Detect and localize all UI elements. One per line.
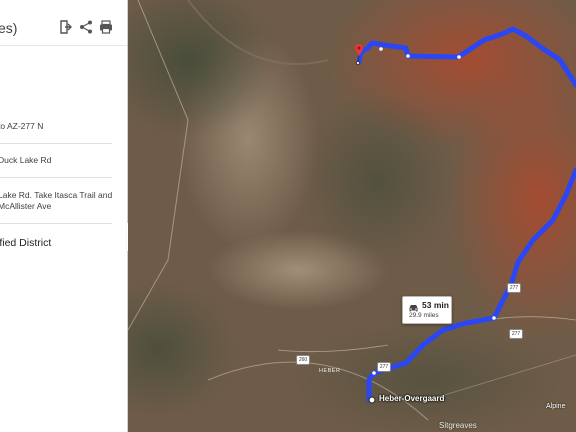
route-duration: 53 min <box>422 300 449 310</box>
satellite-terrain <box>128 0 576 432</box>
route-title: es) <box>0 20 18 36</box>
place-label-heber-overgaard[interactable]: Heber-Overgaard <box>379 394 444 403</box>
route-shield-260: 260 <box>296 355 310 365</box>
route-shield-277: 277 <box>507 283 521 293</box>
route-shield-277: 277 <box>509 329 523 339</box>
step-text: Lake Rd. Take Itasca Trail and <box>0 190 113 200</box>
origin-marker <box>368 396 376 404</box>
map-canvas[interactable]: 260 277 277 277 <box>128 0 576 432</box>
step-text: McAllister Ave <box>0 201 52 211</box>
directions-icon[interactable] <box>58 20 74 36</box>
directions-panel: es) to AZ-277 N Duck Lake Rd Lake Rd. Ta… <box>0 0 128 432</box>
share-icon[interactable] <box>79 20 95 36</box>
place-label-heber: HEBER <box>319 368 341 374</box>
print-icon[interactable] <box>99 20 115 36</box>
route-shield-277: 277 <box>377 362 391 372</box>
route-distance: 29.9 miles <box>409 312 439 319</box>
step-text: to AZ-277 N <box>0 121 44 131</box>
direction-step[interactable]: Lake Rd. Take Itasca Trail and McAlliste… <box>0 177 112 224</box>
direction-step[interactable]: to AZ-277 N <box>0 105 112 144</box>
route-info-card[interactable]: 53 min 29.9 miles <box>402 296 452 324</box>
district-heading: ified District <box>0 237 52 249</box>
place-label-sitgreaves: Sitgreaves <box>439 421 477 430</box>
direction-step[interactable]: Duck Lake Rd <box>0 143 112 178</box>
place-label-alpine: Alpine <box>546 403 566 410</box>
step-text: Duck Lake Rd <box>0 155 52 165</box>
panel-header: es) <box>0 0 127 46</box>
